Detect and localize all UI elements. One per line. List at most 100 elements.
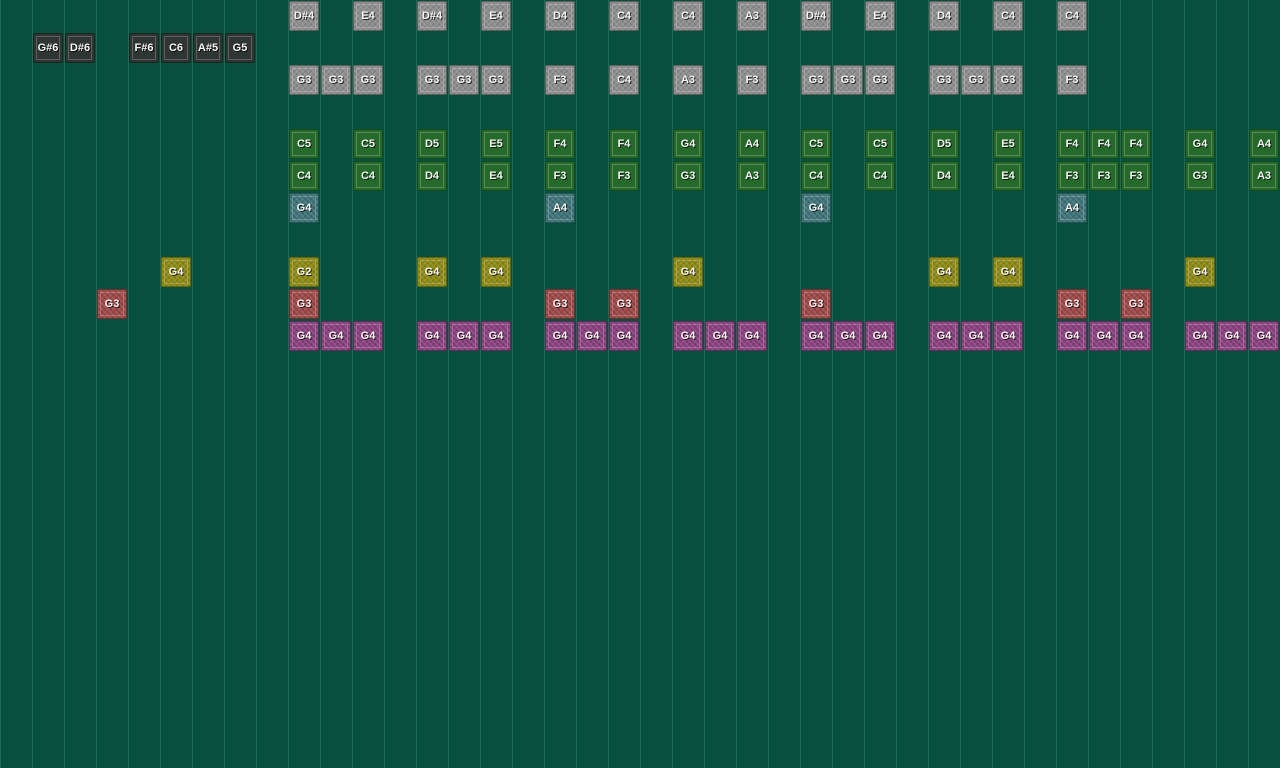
note-block-gray-top[interactable]: C4 — [609, 1, 639, 31]
note-block-green-low[interactable]: D4 — [417, 161, 447, 191]
note-block-green-high[interactable]: A4 — [1249, 129, 1279, 159]
note-block-purple[interactable]: G4 — [865, 321, 895, 351]
note-block-purple[interactable]: G4 — [993, 321, 1023, 351]
note-block-yellow[interactable]: G4 — [481, 257, 511, 287]
note-block-gray-bottom[interactable]: G3 — [353, 65, 383, 95]
note-block-red[interactable]: G3 — [801, 289, 831, 319]
note-block-gray-top[interactable]: D4 — [545, 1, 575, 31]
note-block-purple[interactable]: G4 — [961, 321, 991, 351]
note-block-purple[interactable]: G4 — [1185, 321, 1215, 351]
note-block-purple[interactable]: G4 — [289, 321, 319, 351]
note-grid[interactable]: D#4 E4 D#4 E4 D4 C4 C4 A3 D#4 E4 D4 C4 C4 G#6 D#6 F#6 C6… — [0, 0, 1280, 768]
note-block-red[interactable]: G3 — [545, 289, 575, 319]
note-block-green-low[interactable]: F3 — [1057, 161, 1087, 191]
note-block-gray-bottom[interactable]: A3 — [673, 65, 703, 95]
note-block-green-low[interactable]: E4 — [481, 161, 511, 191]
note-block-purple[interactable]: G4 — [417, 321, 447, 351]
note-block-gray-bottom[interactable]: F3 — [545, 65, 575, 95]
note-block-gray-bottom[interactable]: C4 — [609, 65, 639, 95]
note-block-yellow[interactable]: G4 — [1185, 257, 1215, 287]
note-block-green-high[interactable]: F4 — [1121, 129, 1151, 159]
note-block-green-high[interactable]: C5 — [353, 129, 383, 159]
note-block-purple[interactable]: G4 — [737, 321, 767, 351]
note-block-green-low[interactable]: F3 — [609, 161, 639, 191]
note-block-green-low[interactable]: C4 — [289, 161, 319, 191]
note-block-red[interactable]: G3 — [97, 289, 127, 319]
note-block-gray-top[interactable]: C4 — [993, 1, 1023, 31]
note-block-green-low[interactable]: D4 — [929, 161, 959, 191]
note-block-gray-bottom[interactable]: F3 — [1057, 65, 1087, 95]
note-block-purple[interactable]: G4 — [449, 321, 479, 351]
note-block-gray-bottom[interactable]: G3 — [801, 65, 831, 95]
note-block-gray-top[interactable]: A3 — [737, 1, 767, 31]
note-block-teal[interactable]: A4 — [1057, 193, 1087, 223]
note-block-gray-bottom[interactable]: G3 — [417, 65, 447, 95]
note-block-green-high[interactable]: F4 — [609, 129, 639, 159]
note-block-purple[interactable]: G4 — [801, 321, 831, 351]
note-block-purple[interactable]: G4 — [545, 321, 575, 351]
note-block-green-low[interactable]: G3 — [1185, 161, 1215, 191]
note-block-gray-bottom[interactable]: F3 — [737, 65, 767, 95]
note-block-yellow[interactable]: G2 — [289, 257, 319, 287]
note-block-purple[interactable]: G4 — [321, 321, 351, 351]
note-block-gray-bottom[interactable]: G3 — [833, 65, 863, 95]
note-block-purple[interactable]: G4 — [577, 321, 607, 351]
note-block-yellow[interactable]: G4 — [993, 257, 1023, 287]
note-block-red[interactable]: G3 — [609, 289, 639, 319]
note-block-dark[interactable]: F#6 — [129, 33, 159, 63]
note-block-green-low[interactable]: C4 — [353, 161, 383, 191]
note-block-green-high[interactable]: G4 — [673, 129, 703, 159]
note-block-dark[interactable]: G#6 — [33, 33, 63, 63]
note-block-teal[interactable]: G4 — [289, 193, 319, 223]
note-block-gray-bottom[interactable]: G3 — [929, 65, 959, 95]
note-block-gray-top[interactable]: E4 — [865, 1, 895, 31]
note-block-gray-top[interactable]: D#4 — [801, 1, 831, 31]
note-block-gray-top[interactable]: D#4 — [417, 1, 447, 31]
note-block-teal[interactable]: G4 — [801, 193, 831, 223]
note-block-gray-bottom[interactable]: G3 — [449, 65, 479, 95]
note-block-red[interactable]: G3 — [1121, 289, 1151, 319]
note-block-purple[interactable]: G4 — [833, 321, 863, 351]
note-block-purple[interactable]: G4 — [1057, 321, 1087, 351]
note-block-green-high[interactable]: C5 — [865, 129, 895, 159]
note-block-green-low[interactable]: F3 — [1121, 161, 1151, 191]
note-block-dark[interactable]: A#5 — [193, 33, 223, 63]
note-block-yellow[interactable]: G4 — [161, 257, 191, 287]
note-block-green-low[interactable]: F3 — [545, 161, 575, 191]
note-block-green-high[interactable]: F4 — [545, 129, 575, 159]
note-block-gray-bottom[interactable]: G3 — [993, 65, 1023, 95]
note-block-dark[interactable]: C6 — [161, 33, 191, 63]
note-block-green-low[interactable]: C4 — [801, 161, 831, 191]
note-block-green-high[interactable]: F4 — [1089, 129, 1119, 159]
note-block-red[interactable]: G3 — [289, 289, 319, 319]
note-block-dark[interactable]: D#6 — [65, 33, 95, 63]
note-block-purple[interactable]: G4 — [609, 321, 639, 351]
note-block-gray-bottom[interactable]: G3 — [865, 65, 895, 95]
note-block-green-low[interactable]: G3 — [673, 161, 703, 191]
note-block-gray-top[interactable]: C4 — [673, 1, 703, 31]
note-block-purple[interactable]: G4 — [1121, 321, 1151, 351]
note-block-gray-bottom[interactable]: G3 — [961, 65, 991, 95]
note-block-gray-bottom[interactable]: G3 — [289, 65, 319, 95]
note-block-gray-top[interactable]: C4 — [1057, 1, 1087, 31]
note-block-gray-top[interactable]: E4 — [353, 1, 383, 31]
note-block-purple[interactable]: G4 — [353, 321, 383, 351]
note-block-dark[interactable]: G5 — [225, 33, 255, 63]
note-block-green-low[interactable]: E4 — [993, 161, 1023, 191]
note-block-green-high[interactable]: D5 — [417, 129, 447, 159]
note-block-purple[interactable]: G4 — [673, 321, 703, 351]
note-block-yellow[interactable]: G4 — [929, 257, 959, 287]
note-block-purple[interactable]: G4 — [481, 321, 511, 351]
note-block-green-high[interactable]: E5 — [481, 129, 511, 159]
note-block-gray-bottom[interactable]: G3 — [321, 65, 351, 95]
note-block-yellow[interactable]: G4 — [417, 257, 447, 287]
note-block-yellow[interactable]: G4 — [673, 257, 703, 287]
note-block-green-high[interactable]: C5 — [801, 129, 831, 159]
note-block-gray-top[interactable]: D4 — [929, 1, 959, 31]
note-block-green-low[interactable]: A3 — [737, 161, 767, 191]
note-block-green-low[interactable]: F3 — [1089, 161, 1119, 191]
note-block-gray-top[interactable]: D#4 — [289, 1, 319, 31]
note-block-green-low[interactable]: C4 — [865, 161, 895, 191]
note-block-purple[interactable]: G4 — [929, 321, 959, 351]
note-block-teal[interactable]: A4 — [545, 193, 575, 223]
